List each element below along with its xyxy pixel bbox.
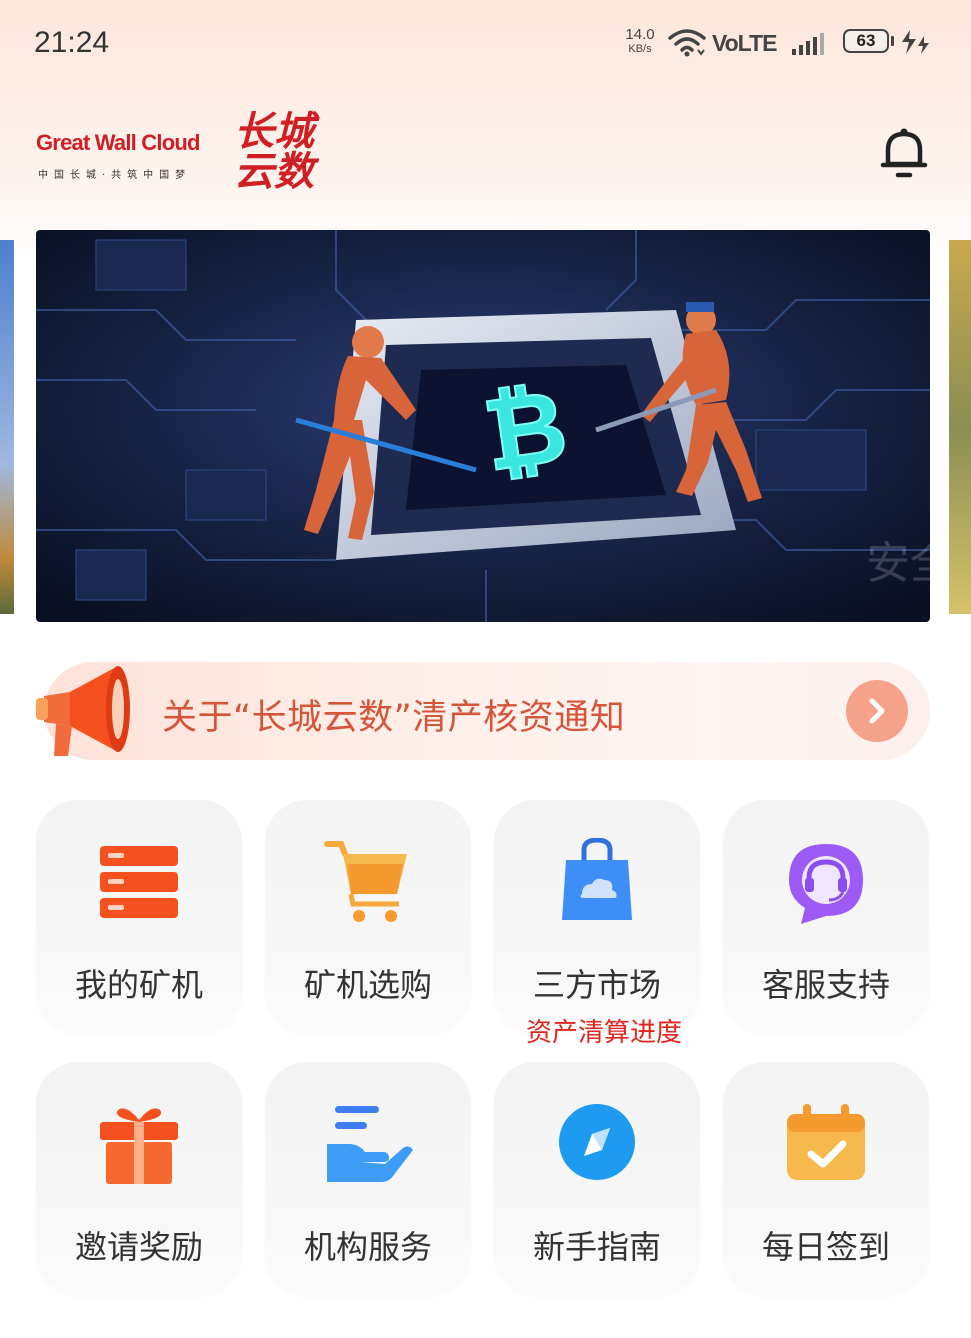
menu-invite-rewards[interactable]: 邀请奖励 (36, 1062, 242, 1294)
server-icon (100, 846, 178, 918)
bell-icon[interactable] (876, 124, 932, 180)
network-speed-unit: KB/s (628, 43, 652, 55)
signal-icon (792, 33, 824, 55)
notice-text[interactable]: 关于“长城云数”清产核资通知 (162, 689, 625, 740)
logo-tagline: 中国长城·共筑中国梦 (38, 170, 192, 181)
svg-text:₿: ₿ (477, 367, 574, 494)
menu-label: 新手指南 (532, 1228, 661, 1266)
brand-logo: Great Wall Cloud 中国长城·共筑中国梦 长城云数 (36, 112, 336, 202)
svg-text:安全: 安全 (866, 538, 930, 589)
status-time: 21:24 (34, 26, 110, 59)
network-speed: 14.0 KB/s (618, 26, 662, 56)
menu-third-party-market[interactable]: 三方市场 (494, 800, 700, 1032)
network-speed-value: 14.0 (625, 26, 655, 43)
wifi-icon (668, 29, 706, 57)
carousel-prev-peek[interactable] (0, 240, 14, 614)
menu-daily-checkin[interactable]: 每日签到 (723, 1062, 929, 1294)
menu-label: 客服支持 (761, 966, 890, 1004)
menu-label: 矿机选购 (303, 966, 432, 1004)
logo-english: Great Wall Cloud (36, 130, 200, 155)
promo-banner[interactable]: ₿ 安全 (36, 230, 930, 622)
banner-image: ₿ 安全 (36, 230, 930, 622)
menu-beginner-guide[interactable]: 新手指南 (494, 1062, 700, 1294)
compass-icon (559, 1104, 635, 1180)
calendar-check-icon (787, 1104, 865, 1180)
carousel-next-peek[interactable] (949, 240, 971, 614)
status-bar: 21:24 14.0 KB/s VoLTE 63 (0, 0, 971, 90)
shopping-bag-icon (562, 838, 632, 920)
battery-tip (891, 36, 894, 46)
menu-label: 三方市场 (532, 966, 661, 1004)
chevron-right-icon (869, 698, 885, 724)
logo-chinese: 长城云数 (234, 108, 314, 195)
battery-icon: 63 (843, 29, 889, 53)
megaphone-icon (36, 666, 130, 756)
menu-label: 机构服务 (303, 1228, 432, 1266)
menu-buy-miners[interactable]: 矿机选购 (265, 800, 471, 1032)
menu-customer-support[interactable]: 客服支持 (723, 800, 929, 1032)
headset-chat-icon (789, 844, 863, 924)
hand-service-icon (327, 1106, 413, 1182)
menu-label: 邀请奖励 (74, 1228, 203, 1266)
menu-label: 每日签到 (761, 1228, 890, 1266)
charging-icon (902, 30, 929, 54)
notice-arrow-button[interactable] (846, 680, 908, 742)
asset-liquidation-progress-link[interactable]: 资产清算进度 (494, 1012, 714, 1049)
menu-my-miners[interactable]: 我的矿机 (36, 800, 242, 1032)
volte-label: VoLTE (712, 30, 777, 56)
menu-institution-services[interactable]: 机构服务 (265, 1062, 471, 1294)
gift-icon (100, 1108, 178, 1184)
menu-label: 我的矿机 (74, 966, 203, 1004)
cart-icon (324, 841, 407, 922)
